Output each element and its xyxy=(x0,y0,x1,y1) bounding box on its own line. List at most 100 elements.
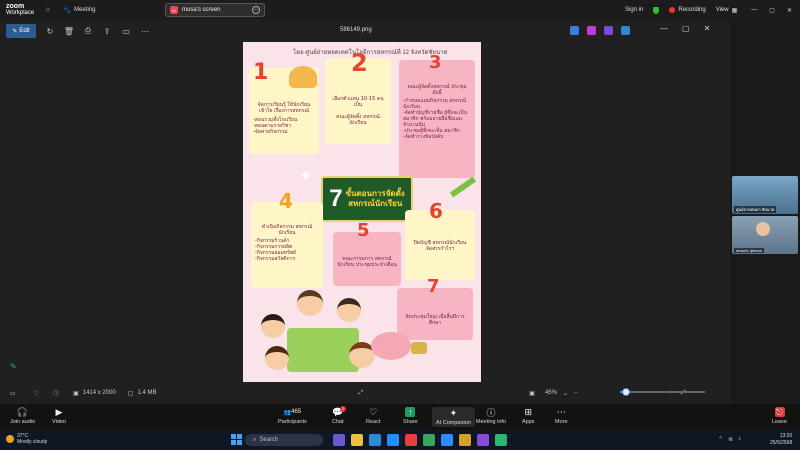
store-icon[interactable] xyxy=(387,434,399,446)
screen-share-badge: M xyxy=(170,6,178,14)
sparkle-icon: ✦ xyxy=(299,168,313,185)
edit-button[interactable]: ✎ Edit xyxy=(6,24,36,38)
taskbar-search[interactable]: ⌕ Search xyxy=(245,434,323,446)
heart-icon: ♡ xyxy=(369,406,378,417)
step-number: 5 xyxy=(357,220,370,241)
pinned-apps xyxy=(333,434,507,446)
children-meeting-illustration xyxy=(253,288,383,382)
file-name: 586149.png xyxy=(340,27,372,33)
more-icon: ⋯ xyxy=(556,406,566,417)
leave-button[interactable]: ⎋ Leave xyxy=(772,407,787,426)
paw-icon: 🐾 xyxy=(63,7,72,14)
line-icon[interactable] xyxy=(423,434,435,446)
minimize-button[interactable]: — xyxy=(751,7,757,13)
view-menu[interactable]: View ▦ xyxy=(716,7,738,14)
participants-button[interactable]: 👥 465 Participants xyxy=(278,407,307,425)
teams-icon[interactable] xyxy=(477,434,489,446)
more-options-icon[interactable]: ⋯ xyxy=(140,26,150,36)
annotate-icon[interactable]: ✎ xyxy=(10,362,17,371)
home-button[interactable]: ⌂ xyxy=(46,7,50,13)
viewer-window-controls: — ▢ ✕ xyxy=(660,24,710,33)
start-button[interactable] xyxy=(231,434,242,445)
system-tray: ⌃ ≋ ♪ xyxy=(718,436,741,443)
ai-companion-button[interactable]: ✦ AI Companion xyxy=(432,407,475,427)
chevron-up-icon[interactable]: ⌃ xyxy=(718,436,723,443)
info-icon[interactable]: ⓘ xyxy=(53,389,59,398)
close-window-button[interactable]: ✕ xyxy=(787,7,792,14)
viewer-maximize-button[interactable]: ▢ xyxy=(682,24,690,33)
zoom-slider[interactable] xyxy=(620,388,705,396)
edit-icon: ✎ xyxy=(12,28,18,35)
delete-icon[interactable]: 🗑 xyxy=(64,26,74,36)
print-icon[interactable]: ⎙ xyxy=(83,26,93,36)
meeting-button[interactable]: 🐾 Meeting xyxy=(64,7,96,14)
chrome-icon[interactable] xyxy=(405,434,417,446)
apps-button[interactable]: ⊞ Apps xyxy=(522,407,535,426)
chevron-down-icon[interactable]: ⌄ xyxy=(563,390,568,397)
sign-in-button[interactable]: Sign in xyxy=(625,7,643,13)
share-icon[interactable]: ⇪ xyxy=(102,26,112,36)
app-shortcuts xyxy=(570,26,630,35)
photo-viewer-status-bar: ▭ ♡ ⓘ ▣ 1414 x 2000 ▢ 1.4 MB ⤢ ▣ 45% ⌄ −… xyxy=(0,382,730,404)
more-icon[interactable]: ⋯ xyxy=(252,6,260,14)
meeting-info-button[interactable]: ⓘ Meeting info xyxy=(476,407,506,426)
participant-video-tile[interactable]: ศูนย์ถ่ายทอดฯ ชัยนาท xyxy=(732,176,798,214)
participant-name: ศูนย์ถ่ายทอดฯ ชัยนาท xyxy=(734,206,777,213)
favorite-icon[interactable]: ♡ xyxy=(34,390,39,397)
participant-video-tile[interactable]: musa's Iphone xyxy=(732,216,798,254)
zoom-level[interactable]: 45% xyxy=(545,390,557,396)
join-audio-button[interactable]: 🎧 Join audio xyxy=(10,406,35,426)
security-status[interactable] xyxy=(653,6,660,14)
wifi-icon[interactable]: ≋ xyxy=(728,436,733,443)
sparkle-icon: ✦ xyxy=(449,407,458,418)
film-strip-icon[interactable]: ▭ xyxy=(10,390,16,397)
maximize-button[interactable]: ▢ xyxy=(769,7,775,14)
volume-icon[interactable]: ♪ xyxy=(738,436,741,443)
step-text: คณะกรรมการ สหกรณ์นักเรียน ประชุมประจำเดื… xyxy=(337,256,397,268)
recording-indicator[interactable]: Recording xyxy=(669,7,706,13)
excel-icon[interactable] xyxy=(495,434,507,446)
step-bullet: -กำหนดแผนกิจกรรม สหกรณ์นักเรียน xyxy=(403,98,467,110)
onedrive-icon[interactable] xyxy=(621,26,630,35)
title-line: ขั้นตอนการจัดตั้ง xyxy=(345,189,405,198)
step-number: 2 xyxy=(351,49,368,77)
title-number: 7 xyxy=(329,185,343,212)
clipchamp-icon[interactable] xyxy=(604,26,613,35)
photos-app-icon[interactable] xyxy=(570,26,579,35)
step-number: 7 xyxy=(427,276,440,297)
viewer-close-button[interactable]: ✕ xyxy=(704,24,711,33)
fit-to-window-icon[interactable]: ⤢ xyxy=(358,390,363,397)
zoom-slider-knob[interactable] xyxy=(622,388,630,396)
more-button[interactable]: ⋯ More xyxy=(555,406,568,426)
step-bullet: คณะผู้จัดตั้ง สหกรณ์นักเรียน xyxy=(336,114,380,126)
shared-screen-tab[interactable]: M musa's screen ⋯ xyxy=(165,3,265,17)
task-view-icon[interactable] xyxy=(333,434,345,446)
participant-video-panel: ศูนย์ถ่ายทอดฯ ชัยนาท musa's Iphone xyxy=(730,20,800,404)
react-button[interactable]: ♡ React xyxy=(366,406,380,426)
zoom-title-bar: zoom Workplace ⌂ 🐾 Meeting Sign in Record… xyxy=(0,0,800,20)
share-screen-icon: ↑ xyxy=(405,407,416,417)
zoom-out-icon[interactable]: − xyxy=(574,390,578,396)
video-button[interactable]: ▶ Video xyxy=(52,406,66,426)
zoom-icon[interactable] xyxy=(441,434,453,446)
participants-icon: 👥 465 xyxy=(283,409,302,416)
actual-size-icon[interactable]: ▣ xyxy=(529,390,535,397)
taskbar-clock[interactable]: 13:20 25/5/2568 xyxy=(770,433,792,447)
edge-icon[interactable] xyxy=(369,434,381,446)
viewer-minimize-button[interactable]: — xyxy=(660,24,668,33)
file-explorer-icon[interactable] xyxy=(351,434,363,446)
designer-app-icon[interactable] xyxy=(587,26,596,35)
video-camera-icon: ▶ xyxy=(55,406,63,417)
step-text: ดำเนินกิจกรรม สหกรณ์นักเรียน xyxy=(261,224,313,236)
rotate-icon[interactable]: ↻ xyxy=(45,26,55,36)
step-text: เลือกตัวแทน 10-15 คนเป็น xyxy=(332,96,384,108)
weather-widget[interactable]: 37°C Mostly cloudy xyxy=(6,433,47,445)
share-button[interactable]: ↑ Share xyxy=(403,407,418,425)
slideshow-icon[interactable]: ▭ xyxy=(121,26,131,36)
step-bullet: -จัดทำร่างข้อบังคับ xyxy=(403,134,444,140)
step-6-card: 6 ปิดบัญชี สหกรณ์นักเรียน จัดสรรกำไรฯ xyxy=(405,201,475,280)
headphones-icon: 🎧 xyxy=(16,406,29,417)
photos-icon[interactable] xyxy=(459,434,471,446)
reading-girl-illustration xyxy=(289,66,317,88)
poster-header: โดย ศูนย์ถ่ายทอดเทคโนโลยีการสหกรณ์ที่ 12… xyxy=(293,50,448,56)
